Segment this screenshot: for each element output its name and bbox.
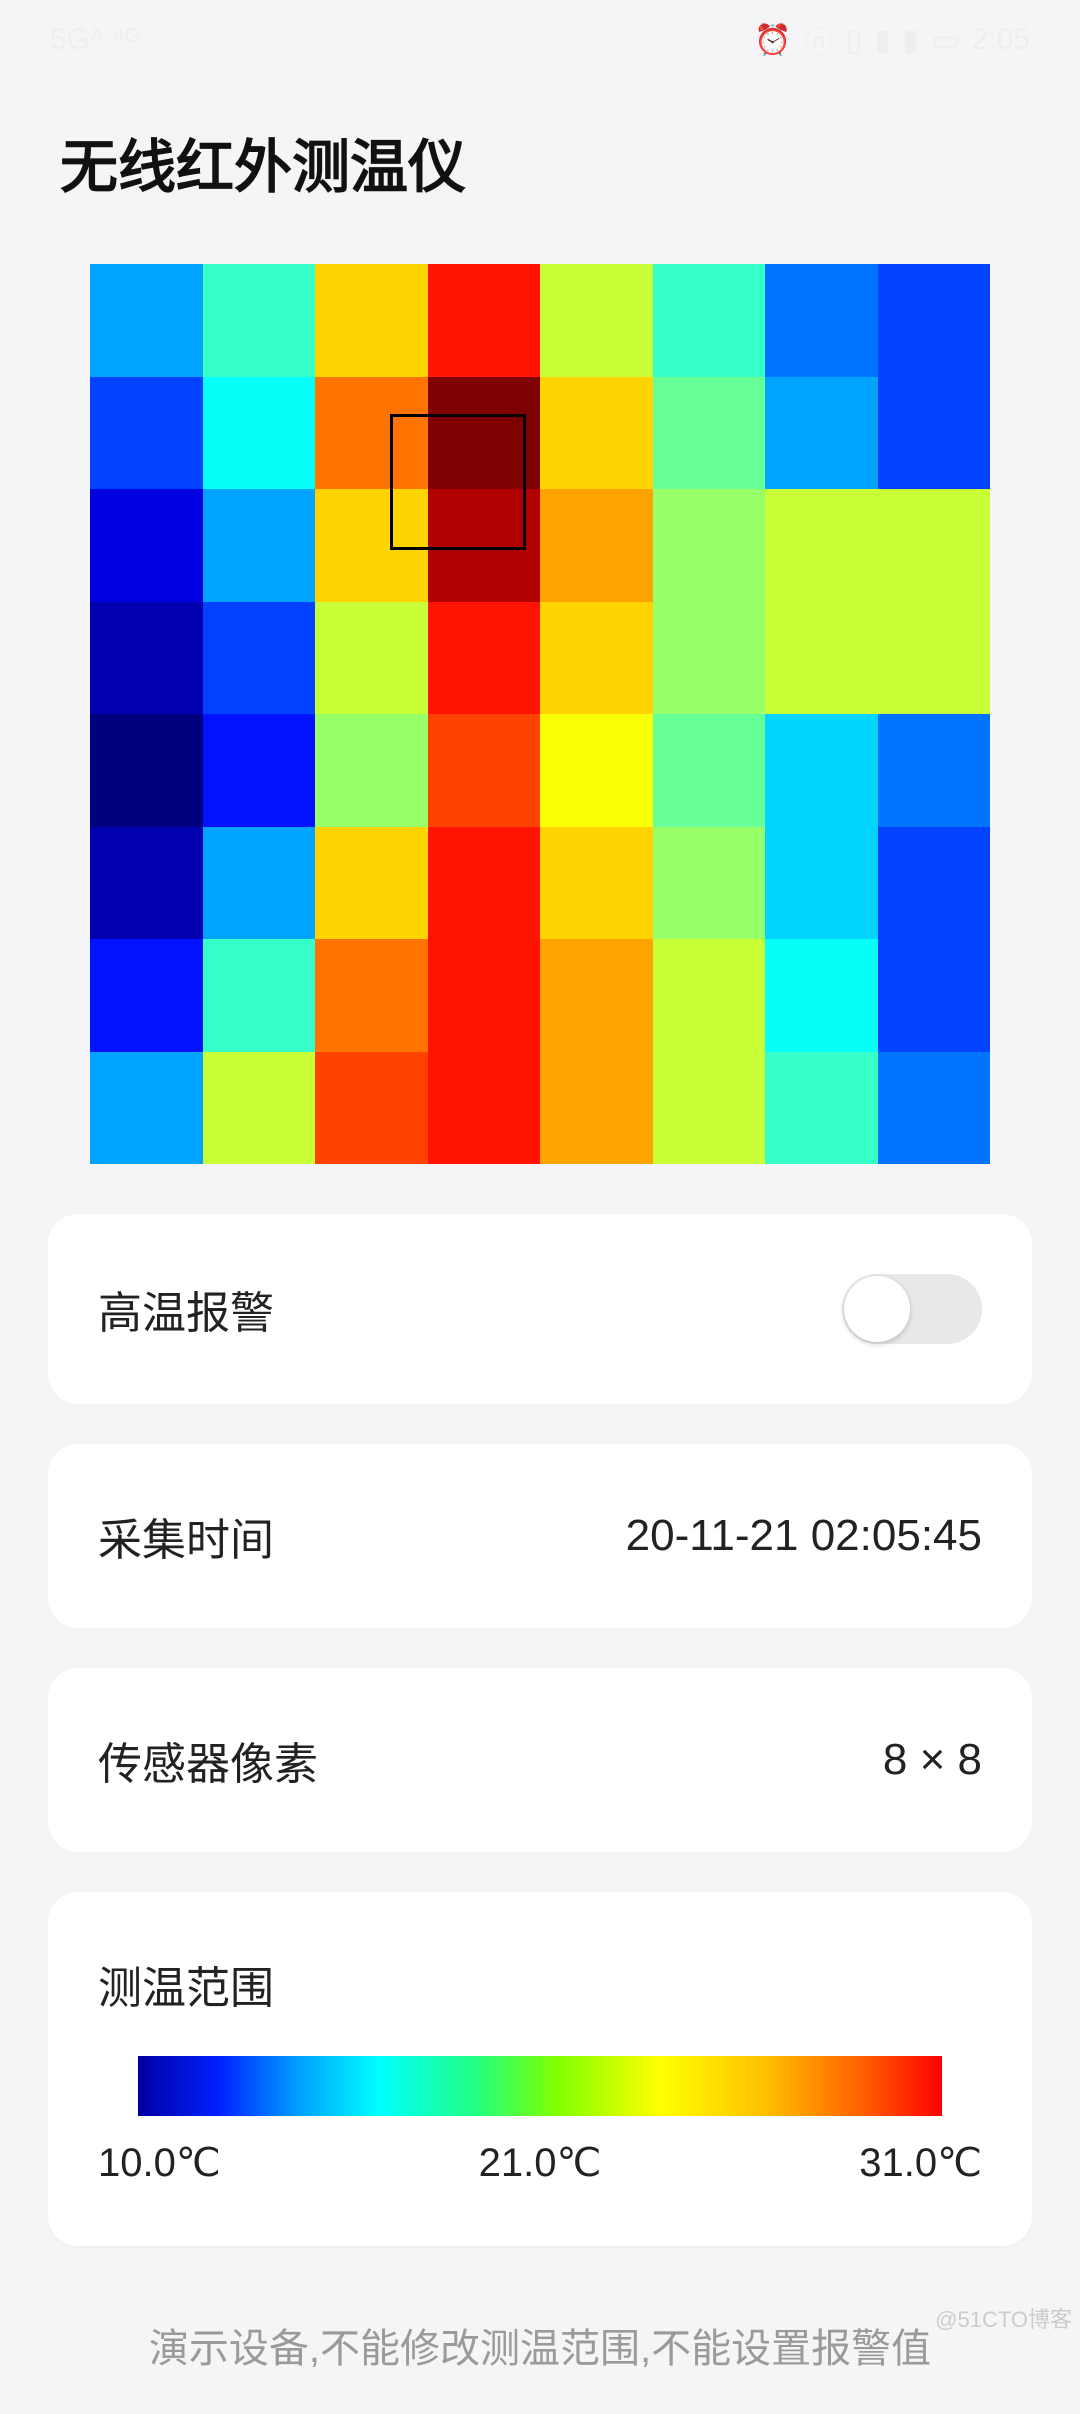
range-mid: 21.0℃ <box>479 2140 602 2186</box>
battery-icon: ▭ <box>931 23 959 58</box>
alarm-icon: ⏰ <box>754 23 791 58</box>
nfc-icon: ⓝ <box>804 18 834 62</box>
pixel-label: 传感器像素 <box>98 1728 318 1792</box>
range-max: 31.0℃ <box>859 2140 982 2186</box>
time-label: 采集时间 <box>98 1504 274 1568</box>
vibrate-icon: ▯ <box>846 23 863 58</box>
watermark: @51CTO博客 <box>935 2302 1072 2334</box>
alarm-label: 高温报警 <box>98 1277 274 1341</box>
alarm-toggle[interactable] <box>842 1274 982 1344</box>
status-bar: 5Gᴬ ⁴ᴳ ⏰ ⓝ ▯ ▮ ▮ ▭ 2:05 <box>0 0 1080 80</box>
toggle-knob <box>844 1276 910 1342</box>
range-min: 10.0℃ <box>98 2140 221 2186</box>
alarm-card[interactable]: 高温报警 <box>48 1214 1032 1404</box>
thermal-heatmap <box>90 264 990 1164</box>
range-gradient <box>138 2056 942 2116</box>
time-card[interactable]: 采集时间 20-11-21 02:05:45 <box>48 1444 1032 1628</box>
pixel-value: 8 × 8 <box>883 1735 982 1785</box>
time-value: 20-11-21 02:05:45 <box>626 1511 982 1561</box>
status-time: 2:05 <box>972 23 1030 57</box>
footer-note: 演示设备,不能修改测温范围,不能设置报警值 <box>0 2286 1080 2414</box>
hotspot-marker <box>390 414 526 550</box>
pixel-card[interactable]: 传感器像素 8 × 8 <box>48 1668 1032 1852</box>
page-title: 无线红外测温仪 <box>0 80 1080 234</box>
signal-icon: ▮ <box>903 23 920 58</box>
range-label: 测温范围 <box>98 1952 982 2016</box>
range-card[interactable]: 测温范围 10.0℃ 21.0℃ 31.0℃ <box>48 1892 1032 2246</box>
signal-icon: ▮ <box>874 23 891 58</box>
status-left: 5Gᴬ ⁴ᴳ <box>50 23 140 57</box>
